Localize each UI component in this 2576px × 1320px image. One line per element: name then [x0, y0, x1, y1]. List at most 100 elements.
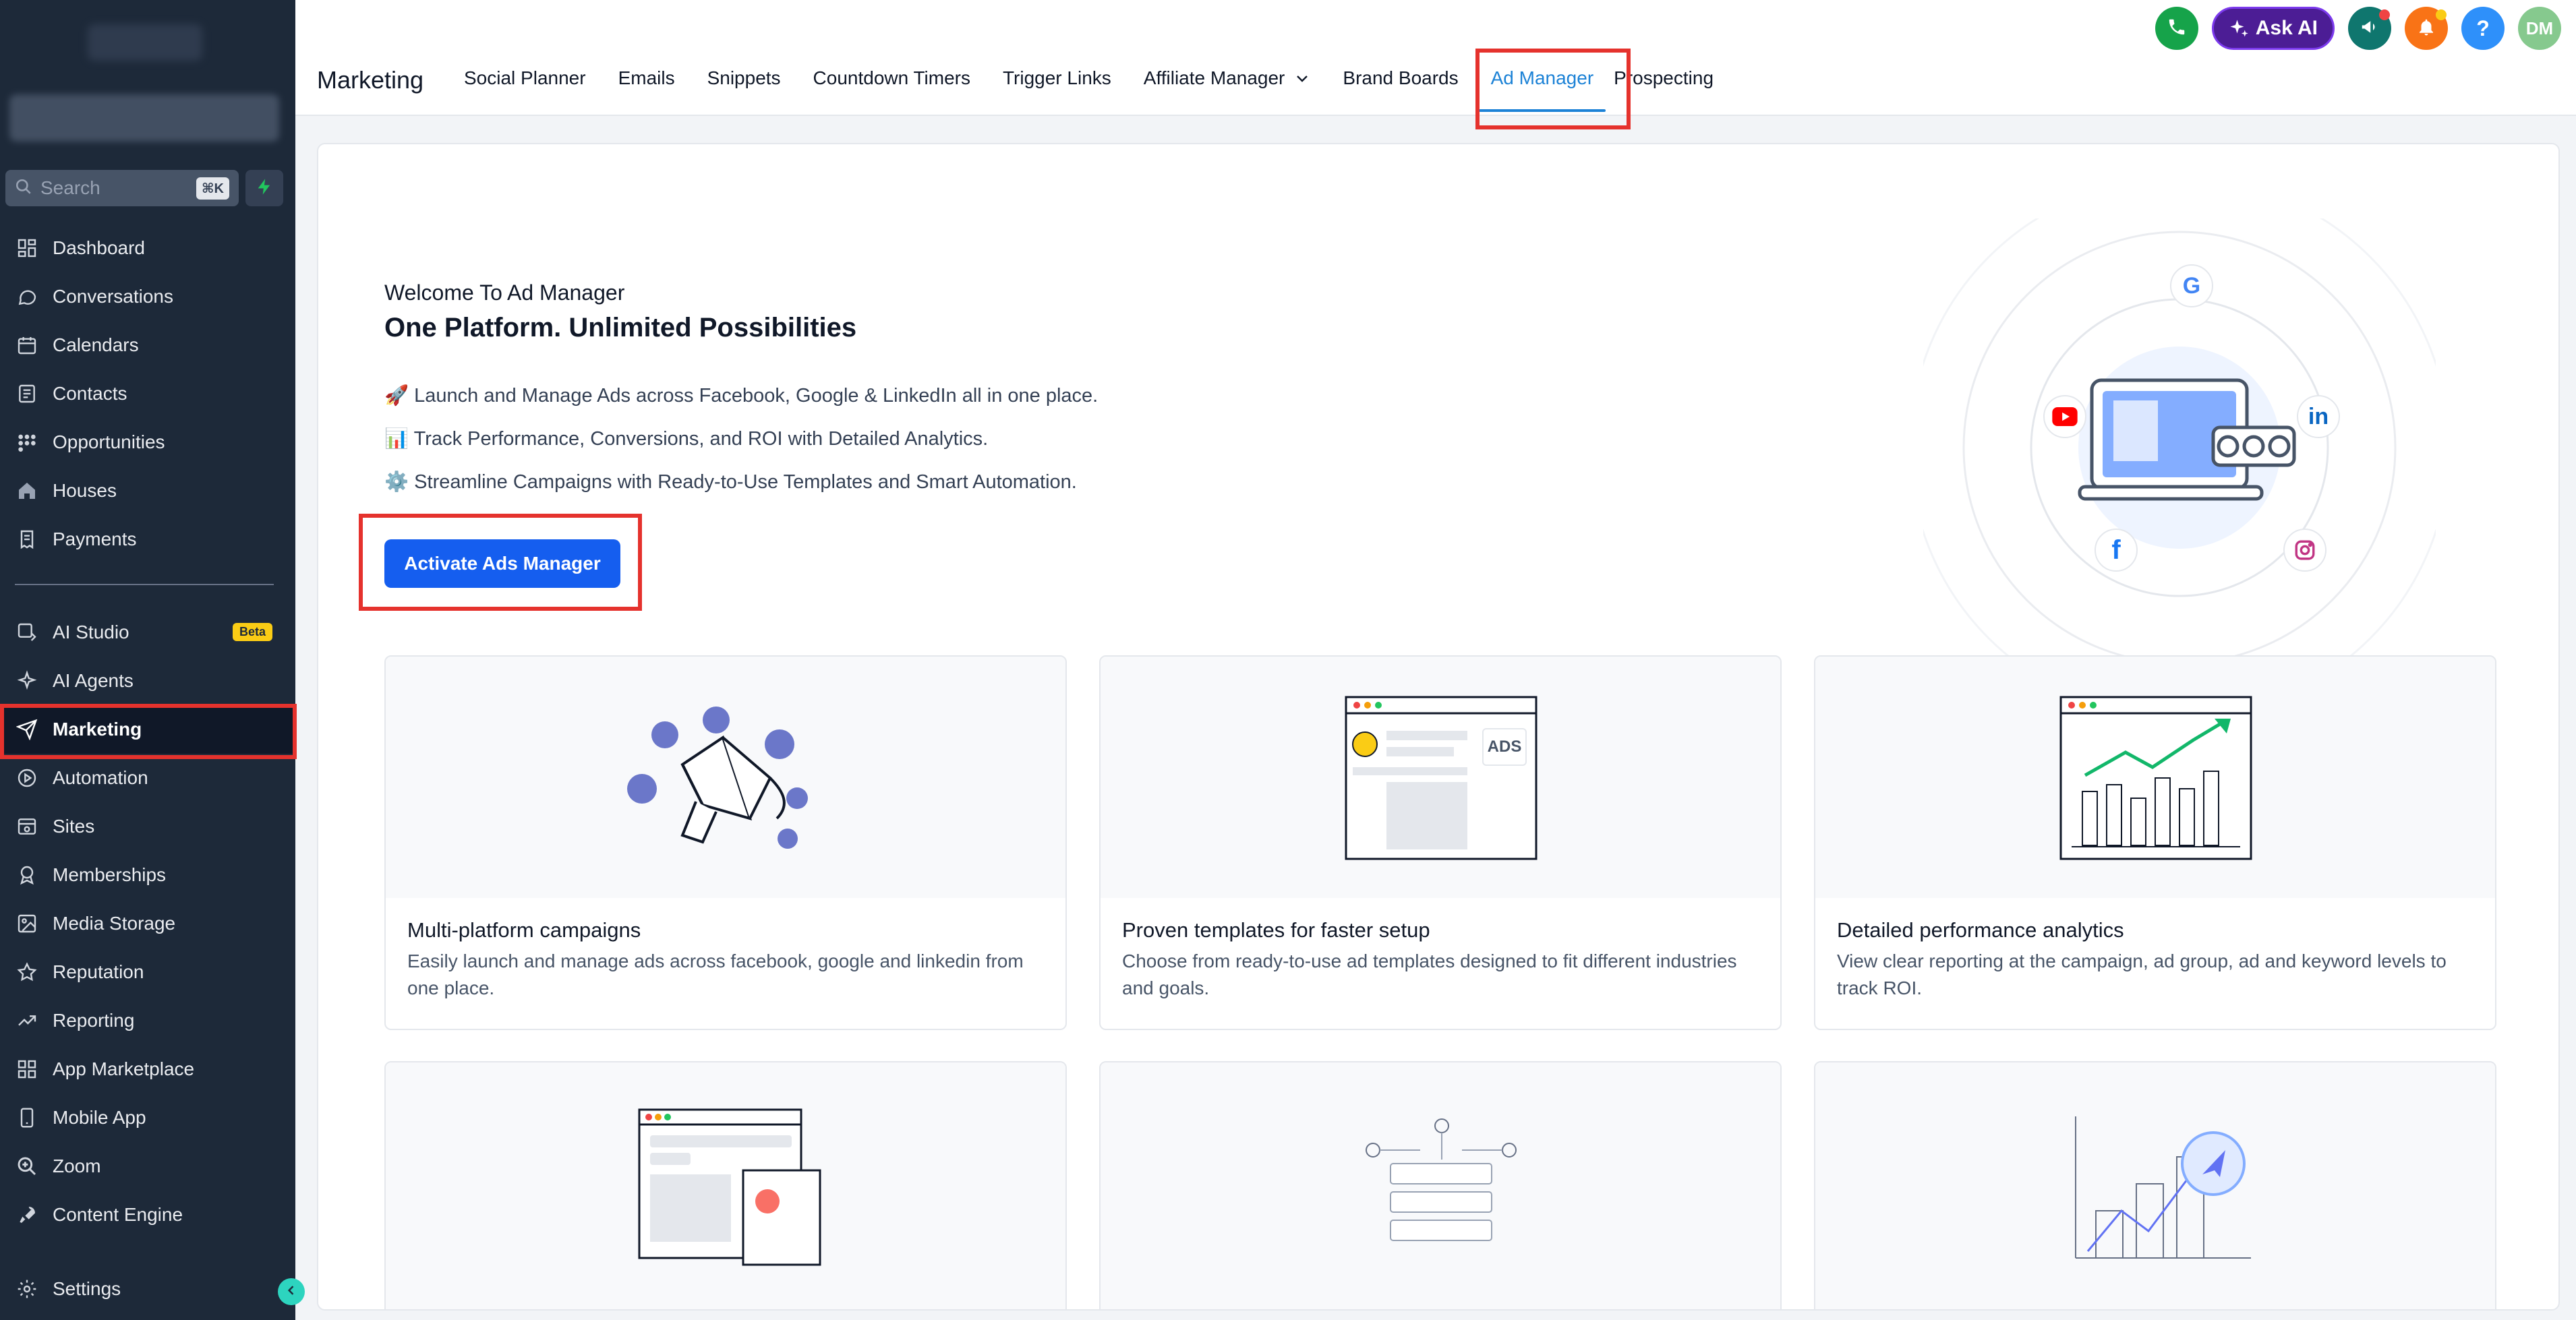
sidebar-item-houses[interactable]: Houses: [0, 467, 295, 515]
image-icon: [15, 911, 39, 936]
search-icon: [15, 178, 32, 199]
sidebar-item-calendars[interactable]: Calendars: [0, 321, 295, 369]
card-description: Choose from ready-to-use ad templates de…: [1122, 951, 1737, 998]
zoom-icon: [15, 1154, 39, 1178]
sidebar-item-label: Settings: [53, 1278, 121, 1299]
mobile-icon: [15, 1106, 39, 1130]
help-button[interactable]: ?: [2461, 7, 2505, 50]
sidebar-item-zoom[interactable]: Zoom: [0, 1142, 295, 1191]
sites-icon: [15, 814, 39, 839]
sidebar-item-app-marketplace[interactable]: App Marketplace: [0, 1045, 295, 1093]
star-icon: [15, 960, 39, 984]
dashboard-icon: [15, 236, 39, 260]
megaphone-icon: [2360, 17, 2380, 40]
sidebar-item-dashboard[interactable]: Dashboard: [0, 224, 295, 272]
tab-emails[interactable]: Emails: [618, 67, 675, 89]
megaphone-illustration: [627, 707, 808, 849]
chat-icon: [15, 284, 39, 309]
tab-snippets[interactable]: Snippets: [707, 67, 781, 89]
ad-manager-panel: Welcome To Ad Manager One Platform. Unli…: [317, 143, 2560, 1311]
sidebar-item-media-storage[interactable]: Media Storage: [0, 899, 295, 948]
ask-ai-label: Ask AI: [2255, 17, 2318, 39]
sidebar-item-label: Dashboard: [53, 237, 145, 258]
sidebar-nav-main: Dashboard Conversations Calendars Contac…: [0, 224, 295, 564]
youtube-icon: [2043, 395, 2086, 438]
top-bar: Marketing Social Planner Emails Snippets…: [295, 0, 2576, 116]
sidebar-item-sites[interactable]: Sites: [0, 802, 295, 851]
sidebar: Search ⌘K Dashboard Conversations Calend…: [0, 0, 305, 1320]
sidebar-item-label: Contacts: [53, 383, 127, 404]
card-illustration: [1815, 657, 2495, 898]
feature-card-bottom-3: [1814, 1061, 2496, 1309]
notifications-button[interactable]: [2405, 7, 2448, 50]
sidebar-item-label: Zoom: [53, 1156, 101, 1176]
feature-card-templates: ADS Proven templates for faster setup Ch…: [1099, 655, 1782, 1030]
sidebar-item-reputation[interactable]: Reputation: [0, 948, 295, 996]
tab-countdown-timers[interactable]: Countdown Timers: [813, 67, 970, 89]
sparkle-icon: [2229, 18, 2249, 38]
quick-action-button[interactable]: [245, 170, 283, 206]
ask-ai-button[interactable]: Ask AI: [2211, 7, 2335, 50]
sidebar-item-content-engine[interactable]: Content Engine: [0, 1191, 295, 1239]
chevron-down-icon: [1294, 70, 1310, 86]
collapse-sidebar-button[interactable]: [278, 1278, 305, 1305]
chevron-left-icon: [285, 1284, 298, 1300]
sidebar-item-memberships[interactable]: Memberships: [0, 851, 295, 899]
card-illustration: [1101, 1062, 1780, 1309]
account-switcher[interactable]: [9, 94, 279, 142]
sparkle-icon: [15, 669, 39, 693]
card-description: Easily launch and manage ads across face…: [407, 951, 1024, 998]
card-title: Detailed performance analytics: [1837, 918, 2124, 942]
sidebar-item-label: Mobile App: [53, 1107, 146, 1128]
facebook-icon: f: [2095, 529, 2138, 572]
gear-icon: [15, 1277, 39, 1301]
sidebar-item-conversations[interactable]: Conversations: [0, 272, 295, 321]
sidebar-item-label: Media Storage: [53, 913, 176, 934]
sidebar-item-ai-agents[interactable]: AI Agents: [0, 657, 295, 705]
sidebar-item-ai-studio[interactable]: AI Studio Beta: [0, 608, 295, 657]
search-placeholder: Search: [40, 177, 100, 198]
feature-card-analytics: Detailed performance analytics View clea…: [1814, 655, 2496, 1030]
logo: [88, 24, 202, 61]
sidebar-item-opportunities[interactable]: Opportunities: [0, 418, 295, 467]
growth-illustration: [2075, 1116, 2251, 1259]
google-icon: G: [2170, 264, 2213, 307]
card-description: View clear reporting at the campaign, ad…: [1837, 951, 2447, 998]
sidebar-item-label: Sites: [53, 816, 95, 837]
tab-social-planner[interactable]: Social Planner: [464, 67, 586, 89]
beta-badge: Beta: [232, 623, 272, 641]
phone-icon: [2167, 17, 2187, 40]
sidebar-item-label: App Marketplace: [53, 1058, 195, 1079]
avatar[interactable]: DM: [2518, 7, 2561, 50]
sidebar-nav-secondary: AI Studio Beta AI Agents Marketing Autom…: [0, 608, 295, 1239]
calendar-icon: [15, 333, 39, 357]
card-illustration: [386, 1062, 1065, 1309]
highlight-ad-manager-tab: [1475, 49, 1631, 129]
sidebar-item-reporting[interactable]: Reporting: [0, 996, 295, 1045]
sidebar-item-contacts[interactable]: Contacts: [0, 369, 295, 418]
report-illustration: [638, 1108, 821, 1266]
feature-card-multi-platform: Multi-platform campaigns Easily launch a…: [384, 655, 1067, 1030]
header-actions: Ask AI ? DM: [2142, 7, 2561, 50]
rocket-icon: [15, 1203, 39, 1227]
search-shortcut: ⌘K: [196, 177, 229, 200]
sidebar-item-label: Reporting: [53, 1010, 135, 1031]
tab-brand-boards[interactable]: Brand Boards: [1343, 67, 1458, 89]
sidebar-item-payments[interactable]: Payments: [0, 515, 295, 564]
sidebar-item-mobile-app[interactable]: Mobile App: [0, 1093, 295, 1142]
highlight-marketing: [0, 704, 297, 759]
ads-badge: ADS: [1482, 728, 1527, 766]
sidebar-item-settings[interactable]: Settings: [0, 1265, 295, 1313]
announcements-button[interactable]: [2348, 7, 2391, 50]
payments-icon: [15, 527, 39, 551]
phone-button[interactable]: [2155, 7, 2198, 50]
search-input[interactable]: Search ⌘K: [5, 170, 239, 206]
tab-trigger-links[interactable]: Trigger Links: [1003, 67, 1111, 89]
sidebar-item-automation[interactable]: Automation: [0, 754, 295, 802]
opportunities-icon: [15, 430, 39, 454]
sidebar-item-label: Conversations: [53, 286, 173, 307]
card-illustration: ADS: [1101, 657, 1780, 898]
sidebar-item-label: Reputation: [53, 961, 144, 982]
sidebar-item-label: Payments: [53, 529, 137, 549]
tab-affiliate-manager[interactable]: Affiliate Manager: [1144, 67, 1311, 89]
